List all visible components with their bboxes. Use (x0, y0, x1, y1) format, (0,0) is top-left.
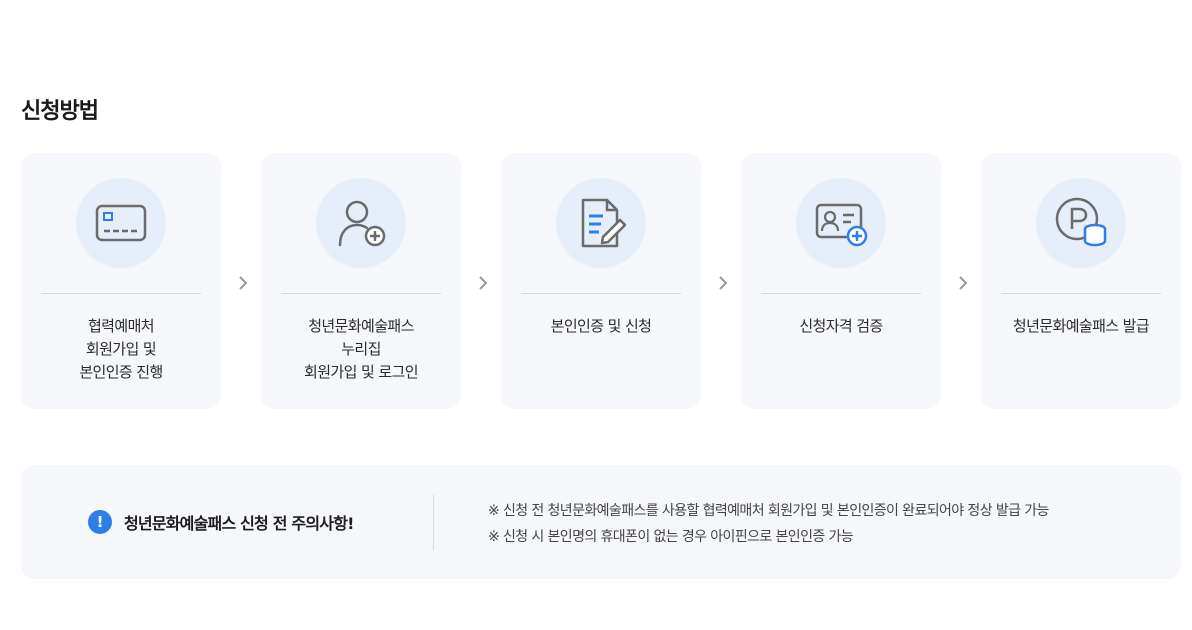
chevron-right-icon (953, 273, 973, 293)
credit-card-icon (95, 204, 147, 242)
chevron-right-icon (713, 273, 733, 293)
notice-title: 청년문화예술패스 신청 전 주의사항! (124, 514, 354, 533)
step-label: 청년문화예술패스 발급 (1012, 317, 1150, 335)
application-steps: 협력예매처 회원가입 및 본인인증 진행 청년문화예술패스 누리집 회원가입 및… (21, 153, 1181, 409)
step-divider (41, 293, 201, 294)
section-title: 신청방법 (21, 99, 99, 124)
chevron-right-icon (233, 273, 253, 293)
step-divider (521, 293, 681, 294)
step-icon-circle (556, 178, 646, 268)
exclamation-icon: ! (88, 510, 112, 534)
step-icon-circle (316, 178, 406, 268)
chevron-right-icon (473, 273, 493, 293)
notice-item: ※ 신청 시 본인명의 휴대폰이 없는 경우 아이핀으로 본인인증 가능 (488, 529, 854, 545)
notice-box: ! 청년문화예술패스 신청 전 주의사항! ※ 신청 전 청년문화예술패스를 사… (21, 465, 1181, 579)
step-label: 협력예매처 회원가입 및 본인인증 진행 (79, 317, 163, 381)
step-divider (1001, 293, 1161, 294)
step-label: 신청자격 검증 (799, 317, 883, 335)
step-label: 청년문화예술패스 누리집 회원가입 및 로그인 (304, 317, 419, 381)
point-coin-icon (1055, 197, 1107, 247)
document-edit-icon (581, 198, 627, 248)
notice-header: ! 청년문화예술패스 신청 전 주의사항! (88, 510, 354, 534)
step-icon-circle (76, 178, 166, 268)
step-divider (281, 293, 441, 294)
step-card-3: 본인인증 및 신청 (501, 153, 701, 409)
step-card-1: 협력예매처 회원가입 및 본인인증 진행 (21, 153, 221, 409)
notice-divider (433, 495, 434, 550)
user-add-icon (338, 200, 386, 247)
notice-item: ※ 신청 전 청년문화예술패스를 사용할 협력예매처 회원가입 및 본인인증이 … (488, 503, 1049, 519)
step-icon-circle (796, 178, 886, 268)
step-label: 본인인증 및 신청 (550, 317, 652, 335)
id-card-add-icon (815, 203, 868, 247)
step-card-2: 청년문화예술패스 누리집 회원가입 및 로그인 (261, 153, 461, 409)
step-card-4: 신청자격 검증 (741, 153, 941, 409)
notice-list: ※ 신청 전 청년문화예술패스를 사용할 협력예매처 회원가입 및 본인인증이 … (488, 498, 1049, 550)
step-icon-circle (1036, 178, 1126, 268)
step-card-5: 청년문화예술패스 발급 (981, 153, 1181, 409)
step-divider (761, 293, 921, 294)
